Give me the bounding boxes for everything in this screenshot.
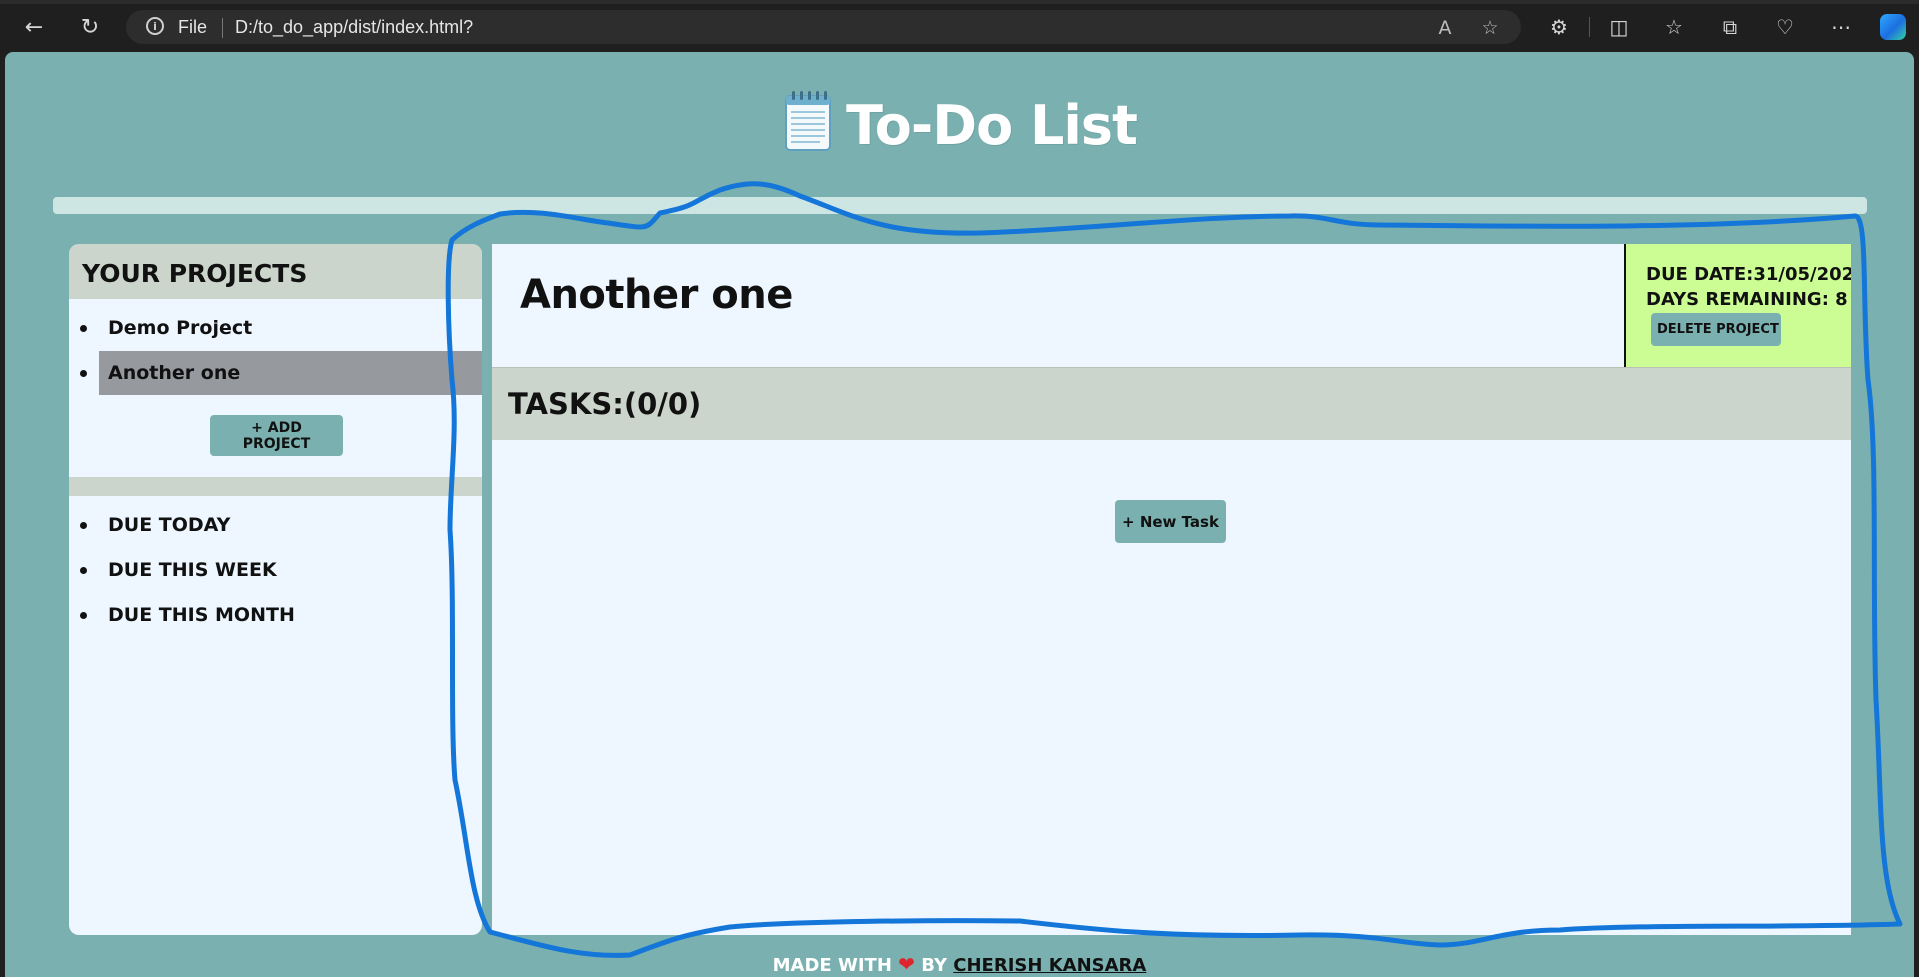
filter-label: DUE TODAY [108, 514, 231, 536]
url-scheme-label: File [178, 17, 208, 37]
project-item-another-one[interactable]: Another one [69, 351, 482, 395]
author-link[interactable]: CHERISH KANSARA [953, 955, 1146, 976]
tasks-count-label: TASKS:(0/0) [508, 387, 702, 421]
filter-due-this-month[interactable]: DUE THIS MONTH [69, 593, 482, 637]
address-separator [222, 18, 223, 38]
favorite-star-icon[interactable]: ☆ [1477, 15, 1503, 41]
project-item-label: Demo Project [108, 317, 253, 339]
list-bullet [80, 612, 87, 619]
tab-strip-edge [0, 0, 1919, 4]
site-info-icon[interactable]: i [146, 17, 164, 35]
browser-toolbar: ← ↻ i File D:/to_do_app/dist/index.html?… [0, 0, 1919, 52]
list-bullet [80, 522, 87, 529]
read-aloud-icon[interactable]: A [1432, 15, 1458, 41]
new-task-button[interactable]: + New Task [1115, 500, 1226, 543]
url-text[interactable]: D:/to_do_app/dist/index.html? [235, 17, 473, 38]
add-project-button[interactable]: + ADD PROJECT [210, 415, 343, 456]
due-filter-list: DUE TODAY DUE THIS WEEK DUE THIS MONTH [69, 496, 482, 637]
copilot-icon[interactable] [1880, 14, 1906, 40]
notepad-icon [785, 91, 832, 151]
filter-label: DUE THIS WEEK [108, 559, 277, 581]
project-meta-box: DUE DATE:31/05/2024 DAYS REMAINING: 8 DE… [1624, 244, 1851, 367]
more-options-icon[interactable]: ⋯ [1825, 12, 1857, 42]
project-item-demo-project[interactable]: Demo Project [69, 306, 482, 350]
filter-due-this-week[interactable]: DUE THIS WEEK [69, 548, 482, 592]
heart-icon: ❤ [898, 952, 915, 976]
page-footer: MADE WITH ❤ BY CHERISH KANSARA [5, 952, 1914, 976]
back-icon[interactable]: ← [19, 12, 49, 42]
list-bullet [80, 567, 87, 574]
footer-made-with: MADE WITH [772, 955, 892, 976]
address-bar[interactable]: i File D:/to_do_app/dist/index.html? A ☆ [126, 10, 1521, 44]
project-list: Demo Project Another one [69, 299, 482, 395]
list-bullet [80, 370, 87, 377]
extensions-icon[interactable]: ⚙ [1543, 12, 1575, 42]
list-bullet [80, 325, 87, 332]
project-header: Another one DUE DATE:31/05/2024 DAYS REM… [492, 244, 1851, 367]
header-divider [53, 197, 1867, 214]
favorites-icon[interactable]: ☆ [1658, 12, 1690, 42]
project-panel: Another one DUE DATE:31/05/2024 DAYS REM… [492, 244, 1851, 935]
delete-project-button[interactable]: DELETE PROJECT [1651, 313, 1781, 346]
project-item-label: Another one [108, 362, 241, 384]
refresh-icon[interactable]: ↻ [75, 12, 105, 42]
sidebar-section-divider [69, 477, 482, 496]
collections-icon[interactable]: ⧉ [1714, 12, 1746, 42]
toolbar-divider [1589, 17, 1590, 37]
page-viewport: To-Do List YOUR PROJECTS Demo Project An… [5, 52, 1914, 977]
split-screen-icon[interactable]: ◫ [1603, 12, 1635, 42]
footer-by: BY [921, 955, 947, 976]
filter-label: DUE THIS MONTH [108, 604, 295, 626]
due-date-text: DUE DATE:31/05/2024 [1646, 264, 1851, 285]
tasks-header: TASKS:(0/0) [492, 367, 1851, 440]
filter-due-today[interactable]: DUE TODAY [69, 503, 482, 547]
days-remaining-text: DAYS REMAINING: 8 [1646, 289, 1848, 310]
projects-heading: YOUR PROJECTS [69, 244, 482, 299]
project-sidebar: YOUR PROJECTS Demo Project Another one +… [69, 244, 482, 935]
project-title: Another one [520, 272, 793, 318]
browser-essentials-icon[interactable]: ♡ [1769, 12, 1801, 42]
app-header: To-Do List [5, 88, 1914, 157]
app-title: To-Do List [846, 94, 1138, 157]
